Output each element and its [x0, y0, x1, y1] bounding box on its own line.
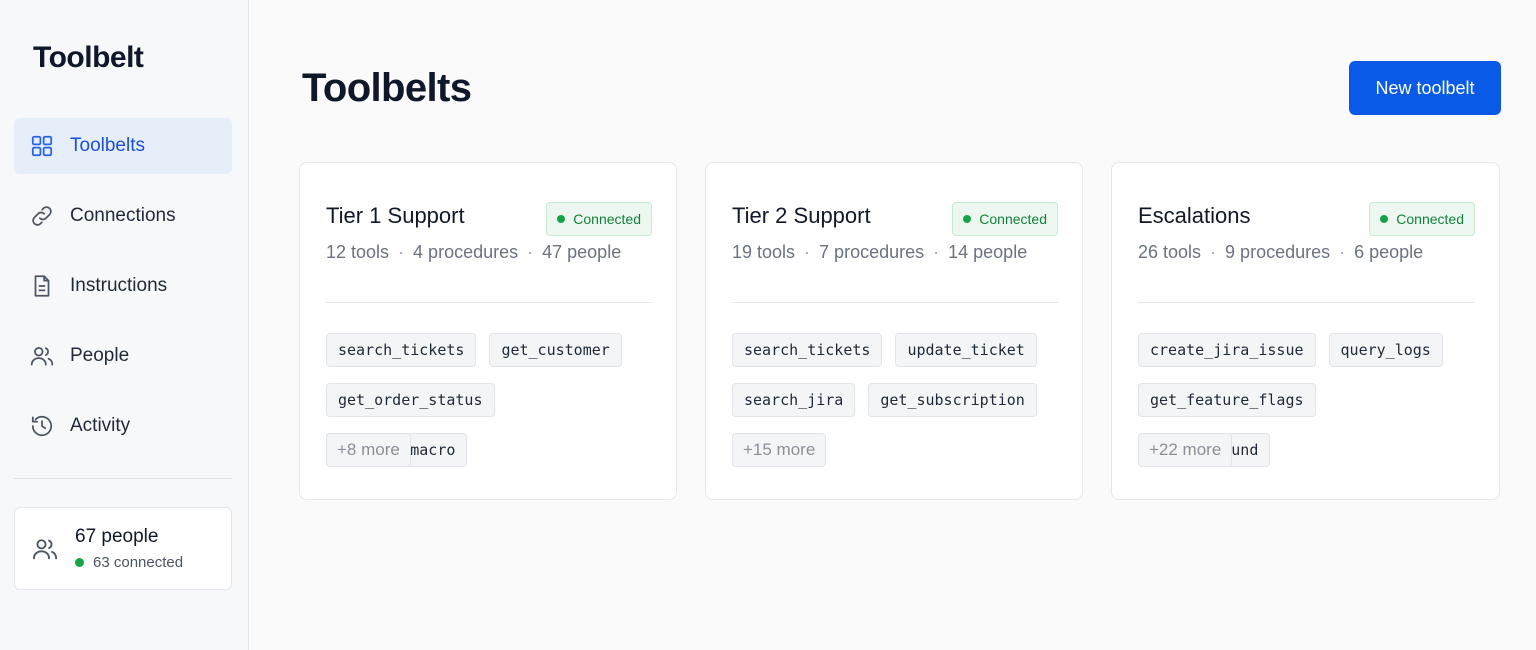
status-badge: Connected	[546, 202, 652, 236]
status-dot-icon	[557, 215, 566, 223]
card-divider	[326, 302, 652, 303]
card-meta: 26 tools · 9 procedures · 6 people	[1138, 242, 1423, 263]
status-badge-label: Connected	[1396, 211, 1464, 227]
connected-status: 63 connected	[75, 554, 183, 571]
tool-tag: get_customer	[489, 333, 622, 367]
people-icon	[31, 535, 59, 563]
sidebar-divider	[14, 478, 232, 479]
sidebar-item-activity[interactable]: Activity	[14, 398, 232, 454]
sidebar-item-label: Instructions	[70, 275, 168, 296]
connected-count: 63 connected	[93, 554, 184, 571]
main-content: Toolbelts New toolbelt Tier 1 Support Co…	[249, 0, 1536, 650]
history-icon	[28, 412, 56, 440]
page-title: Toolbelts	[302, 66, 472, 110]
new-toolbelt-button[interactable]: New toolbelt	[1349, 61, 1501, 115]
link-icon	[28, 202, 56, 230]
more-tools-chip[interactable]: +8 more	[326, 433, 411, 467]
people-count: 14 people	[948, 242, 1028, 262]
sidebar-item-label: Activity	[70, 415, 131, 436]
brand-logo: Toolbelt	[33, 41, 144, 74]
sidebar-item-people[interactable]: People	[14, 328, 232, 384]
more-tools-chip[interactable]: +15 more	[732, 433, 827, 467]
card-meta: 19 tools · 7 procedures · 14 people	[732, 242, 1027, 263]
tool-tag: search_jira	[732, 383, 856, 417]
tool-tag: update_ticket	[895, 333, 1037, 367]
tool-tag: query_logs	[1328, 333, 1443, 367]
separator-dot: ·	[398, 242, 405, 262]
procedures-count: 9 procedures	[1225, 242, 1331, 262]
people-summary-text: 67 people 63 connected	[75, 526, 183, 571]
sidebar-item-label: Toolbelts	[70, 135, 145, 156]
tool-tag: search_tickets	[326, 333, 477, 367]
sidebar-item-connections[interactable]: Connections	[14, 188, 232, 244]
sidebar-item-toolbelts[interactable]: Toolbelts	[14, 118, 232, 174]
more-tools-chip[interactable]: +22 more	[1138, 433, 1233, 467]
people-icon	[28, 342, 56, 370]
separator-dot: ·	[527, 242, 534, 262]
tool-tag: search_tickets	[732, 333, 883, 367]
toolbelt-card-tier-1-support[interactable]: Tier 1 Support Connected 12 tools · 4 pr…	[299, 162, 677, 500]
people-count: 67 people	[75, 526, 159, 547]
toolbelt-card-escalations[interactable]: Escalations Connected 26 tools · 9 proce…	[1111, 162, 1500, 500]
toolbelt-card-tier-2-support[interactable]: Tier 2 Support Connected 19 tools · 7 pr…	[705, 162, 1083, 500]
separator-dot: ·	[1210, 242, 1217, 262]
people-count: 47 people	[542, 242, 622, 262]
card-title: Escalations	[1138, 203, 1251, 228]
toolbelt-cards: Tier 1 Support Connected 12 tools · 4 pr…	[299, 162, 1528, 500]
sidebar-item-label: Connections	[70, 205, 176, 226]
status-dot-icon	[1380, 215, 1389, 223]
document-icon	[28, 272, 56, 300]
sidebar-item-label: People	[70, 345, 130, 366]
separator-dot: ·	[1339, 242, 1346, 262]
tools-count: 26 tools	[1138, 242, 1202, 262]
tools-count: 12 tools	[326, 242, 390, 262]
tool-tags: search_tickets update_ticket search_jira…	[732, 333, 1062, 433]
tool-tag: get_subscription	[868, 383, 1037, 417]
card-title: Tier 1 Support	[326, 203, 465, 228]
procedures-count: 4 procedures	[413, 242, 519, 262]
people-summary-card[interactable]: 67 people 63 connected	[14, 507, 232, 590]
tool-tag: create_jira_issue	[1138, 333, 1316, 367]
separator-dot: ·	[933, 242, 940, 262]
people-count: 6 people	[1354, 242, 1424, 262]
status-badge: Connected	[1369, 202, 1475, 236]
tools-count: 19 tools	[732, 242, 796, 262]
sidebar-item-instructions[interactable]: Instructions	[14, 258, 232, 314]
tool-tag: get_order_status	[326, 383, 495, 417]
card-meta: 12 tools · 4 procedures · 47 people	[326, 242, 621, 263]
card-divider	[732, 302, 1058, 303]
sidebar-nav: Toolbelts Connections Instructions Peopl…	[14, 118, 232, 468]
status-dot-icon	[963, 215, 972, 223]
status-dot-icon	[75, 558, 84, 567]
card-title: Tier 2 Support	[732, 203, 871, 228]
sidebar: Toolbelt Toolbelts Connections Instructi…	[0, 0, 249, 650]
status-badge: Connected	[952, 202, 1058, 236]
procedures-count: 7 procedures	[819, 242, 925, 262]
separator-dot: ·	[804, 242, 811, 262]
grid-icon	[28, 132, 56, 160]
app-root: Toolbelt Toolbelts Connections Instructi…	[0, 0, 1536, 650]
card-divider	[1138, 302, 1475, 303]
tool-tag: get_feature_flags	[1138, 383, 1316, 417]
status-badge-label: Connected	[573, 211, 641, 227]
status-badge-label: Connected	[979, 211, 1047, 227]
